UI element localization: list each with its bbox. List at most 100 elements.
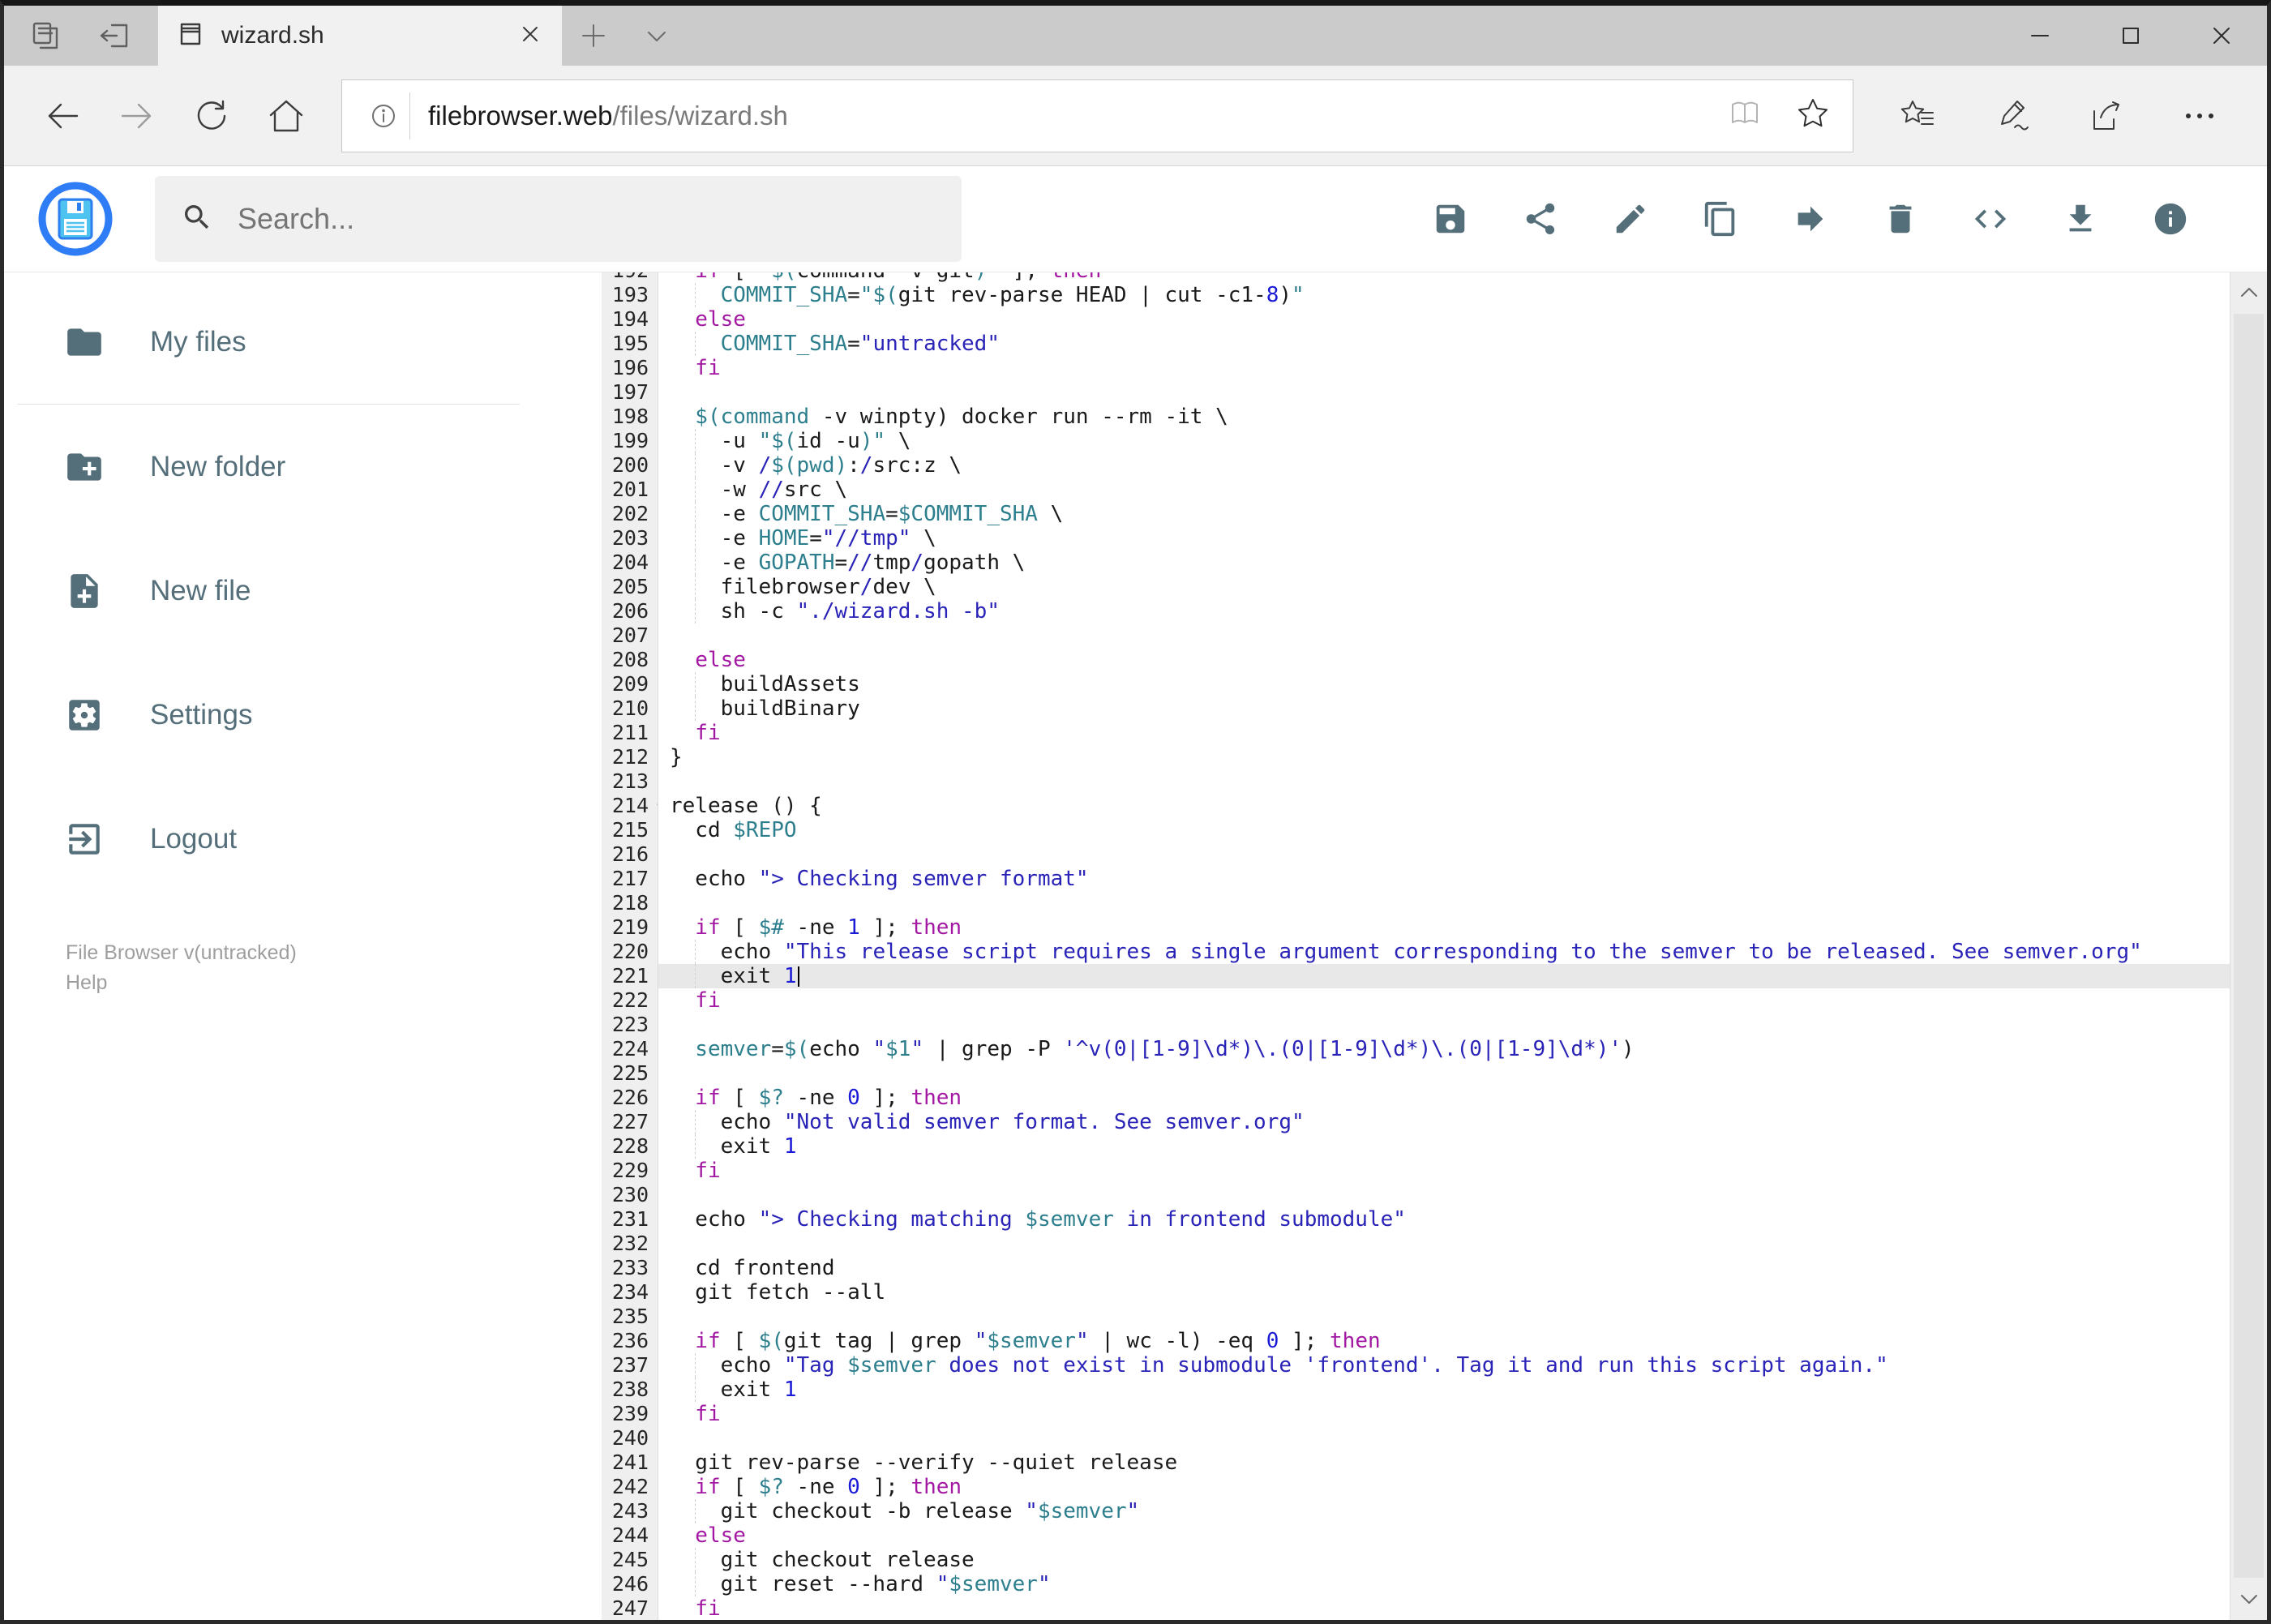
code-line[interactable]: git checkout release xyxy=(658,1548,2230,1572)
code-line[interactable]: -w //src \ xyxy=(658,478,2230,502)
code-line[interactable]: -u "$(id -u)" \ xyxy=(658,429,2230,453)
code-line[interactable]: -e COMMIT_SHA=$COMMIT_SHA \ xyxy=(658,502,2230,526)
code-line[interactable]: exit 1 xyxy=(658,1378,2230,1402)
code-line[interactable]: fi xyxy=(658,1596,2230,1620)
code-line[interactable]: sh -c "./wizard.sh -b" xyxy=(658,599,2230,623)
scrollbar-thumb[interactable] xyxy=(2234,314,2264,1578)
code-line[interactable] xyxy=(658,891,2230,915)
code-line[interactable]: exit 1 xyxy=(658,964,2230,988)
code-line[interactable]: -e GOPATH=//tmp/gopath \ xyxy=(658,551,2230,575)
minimize-button[interactable] xyxy=(1995,6,2085,66)
delete-button[interactable] xyxy=(1882,200,1919,238)
forward-icon[interactable] xyxy=(100,79,174,153)
favorites-hub-icon[interactable] xyxy=(1883,79,1952,153)
sidebar-item-my-files[interactable]: My files xyxy=(4,280,602,404)
code-line[interactable] xyxy=(658,1305,2230,1329)
code-line[interactable]: $(command -v winpty) docker run --rm -it… xyxy=(658,405,2230,429)
back-icon[interactable] xyxy=(25,79,100,153)
code-line[interactable]: git checkout -b release "$semver" xyxy=(658,1499,2230,1523)
code-line[interactable]: if [ "$(command -v git)" ]; then xyxy=(658,272,2230,283)
code-line[interactable]: else xyxy=(658,307,2230,332)
code-line[interactable]: else xyxy=(658,648,2230,672)
sidebar-item-new-file[interactable]: New file xyxy=(4,529,602,653)
favorite-star-icon[interactable] xyxy=(1794,95,1832,136)
help-link[interactable]: Help xyxy=(66,968,602,998)
code-line[interactable]: git fetch --all xyxy=(658,1280,2230,1305)
code-line[interactable] xyxy=(658,1426,2230,1450)
code-line[interactable]: echo "This release script requires a sin… xyxy=(658,940,2230,964)
code-line[interactable]: if [ $? -ne 0 ]; then xyxy=(658,1086,2230,1110)
tab-list-chevron-icon[interactable] xyxy=(625,6,688,66)
set-tabs-aside-icon[interactable] xyxy=(95,15,137,57)
new-tab-button[interactable] xyxy=(562,6,625,66)
share-icon[interactable] xyxy=(2071,79,2140,153)
save-button[interactable] xyxy=(1432,200,1469,238)
scroll-down-icon[interactable] xyxy=(2230,1578,2267,1620)
code-line[interactable]: cd frontend xyxy=(658,1256,2230,1280)
tab-close-icon[interactable] xyxy=(518,22,542,50)
tab-preview-icon[interactable] xyxy=(25,15,67,57)
more-menu-icon[interactable] xyxy=(2165,79,2235,153)
code-line[interactable]: else xyxy=(658,1523,2230,1548)
search-bar[interactable] xyxy=(155,176,962,262)
code-line[interactable]: fi xyxy=(658,356,2230,380)
code-line[interactable]: echo "Not valid semver format. See semve… xyxy=(658,1110,2230,1134)
code-line[interactable]: -v /$(pwd):/src:z \ xyxy=(658,453,2230,478)
code-line[interactable] xyxy=(658,1061,2230,1086)
code-line[interactable]: fi xyxy=(658,1402,2230,1426)
code-pane[interactable]: if [ "$(command -v git)" ]; thenCOMMIT_S… xyxy=(658,272,2230,1620)
code-line[interactable]: fi xyxy=(658,1159,2230,1183)
sidebar-item-new-folder[interactable]: New folder xyxy=(4,405,602,529)
copy-button[interactable] xyxy=(1702,200,1739,238)
code-line[interactable]: if [ $(git tag | grep "$semver" | wc -l)… xyxy=(658,1329,2230,1353)
code-line[interactable]: release () { xyxy=(658,794,2230,818)
code-line[interactable]: cd $REPO xyxy=(658,818,2230,842)
code-line[interactable]: COMMIT_SHA="$(git rev-parse HEAD | cut -… xyxy=(658,283,2230,307)
code-line[interactable]: -e HOME="//tmp" \ xyxy=(658,526,2230,551)
code-line[interactable]: } xyxy=(658,745,2230,769)
code-line[interactable]: buildBinary xyxy=(658,696,2230,721)
code-line[interactable]: echo "> Checking matching $semver in fro… xyxy=(658,1207,2230,1232)
code-line[interactable]: if [ $? -ne 0 ]; then xyxy=(658,1475,2230,1499)
code-line[interactable]: git reset --hard "$semver" xyxy=(658,1572,2230,1596)
code-line[interactable] xyxy=(658,842,2230,867)
code-line[interactable] xyxy=(658,380,2230,405)
code-line[interactable]: COMMIT_SHA="untracked" xyxy=(658,332,2230,356)
refresh-icon[interactable] xyxy=(174,79,249,153)
scroll-up-icon[interactable] xyxy=(2230,272,2267,314)
code-button[interactable] xyxy=(1972,200,2009,238)
code-line[interactable]: semver=$(echo "$1" | grep -P '^v(0|[1-9]… xyxy=(658,1037,2230,1061)
home-icon[interactable] xyxy=(249,79,324,153)
browser-tab[interactable]: wizard.sh xyxy=(158,6,562,66)
maximize-button[interactable] xyxy=(2085,6,2176,66)
code-line[interactable] xyxy=(658,623,2230,648)
code-line[interactable] xyxy=(658,1183,2230,1207)
site-info-icon[interactable] xyxy=(357,92,410,139)
search-input[interactable] xyxy=(236,201,936,237)
code-line[interactable] xyxy=(658,769,2230,794)
info-button[interactable] xyxy=(2152,200,2189,238)
code-line[interactable]: git rev-parse --verify --quiet release xyxy=(658,1450,2230,1475)
reading-view-icon[interactable] xyxy=(1726,95,1763,136)
download-button[interactable] xyxy=(2062,200,2099,238)
sidebar-item-settings[interactable]: Settings xyxy=(4,653,602,777)
code-line[interactable] xyxy=(658,1013,2230,1037)
code-line[interactable]: echo "> Checking semver format" xyxy=(658,867,2230,891)
page-scrollbar[interactable] xyxy=(2230,272,2267,1620)
annotate-icon[interactable] xyxy=(1977,79,2046,153)
code-line[interactable]: exit 1 xyxy=(658,1134,2230,1159)
filebrowser-logo-icon[interactable] xyxy=(38,182,113,256)
sidebar-item-logout[interactable]: Logout xyxy=(4,777,602,901)
edit-button[interactable] xyxy=(1612,200,1649,238)
code-line[interactable]: filebrowser/dev \ xyxy=(658,575,2230,599)
code-line[interactable]: fi xyxy=(658,988,2230,1013)
close-button[interactable] xyxy=(2176,6,2267,66)
move-button[interactable] xyxy=(1792,200,1829,238)
url-bar[interactable]: filebrowser.web/files/wizard.sh xyxy=(341,79,1853,152)
code-line[interactable]: fi xyxy=(658,721,2230,745)
code-line[interactable] xyxy=(658,1232,2230,1256)
share-button[interactable] xyxy=(1522,200,1559,238)
code-line[interactable]: buildAssets xyxy=(658,672,2230,696)
code-line[interactable]: if [ $# -ne 1 ]; then xyxy=(658,915,2230,940)
code-line[interactable]: echo "Tag $semver does not exist in subm… xyxy=(658,1353,2230,1378)
